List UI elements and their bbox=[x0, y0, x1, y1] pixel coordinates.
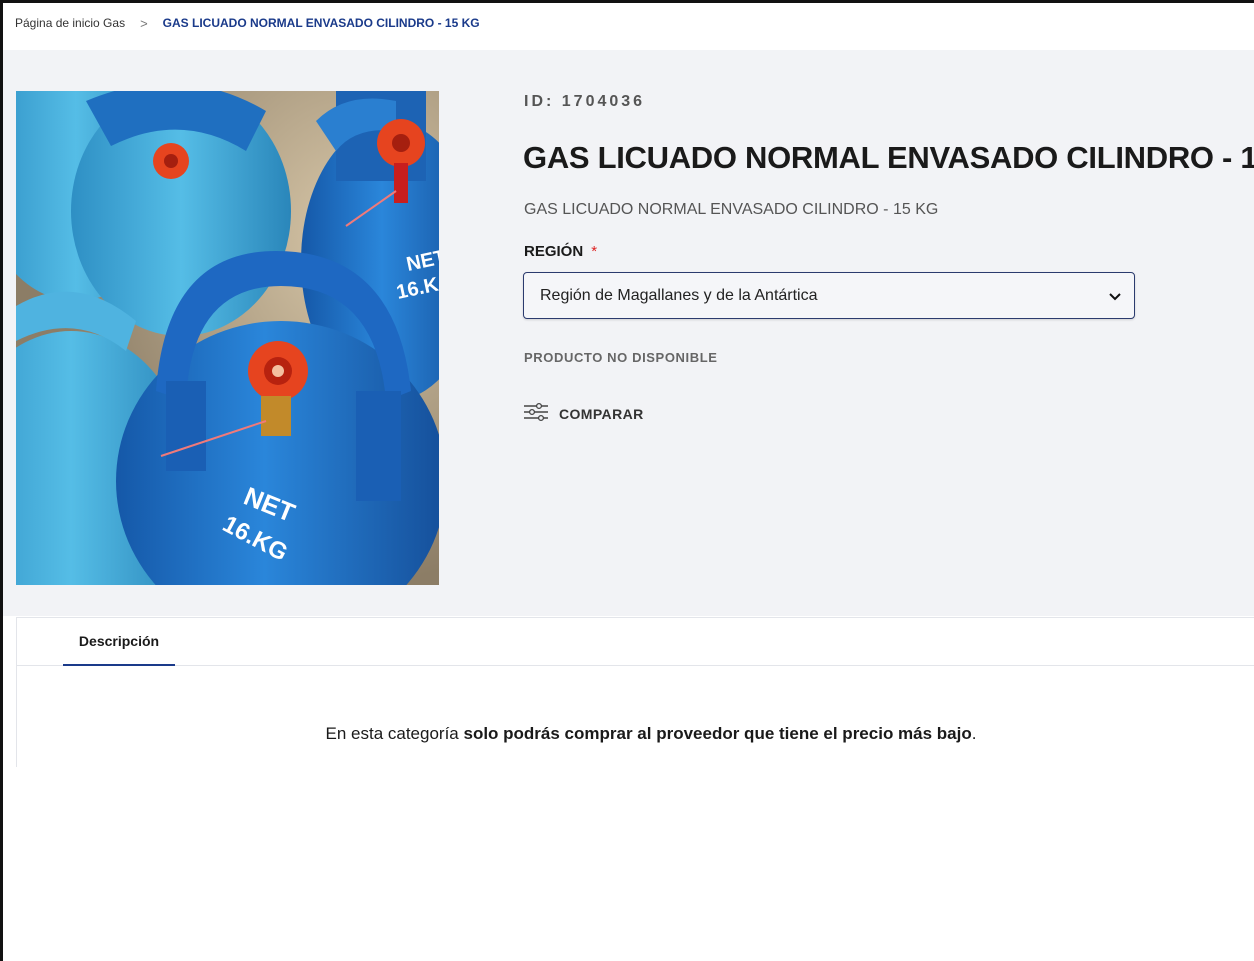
breadcrumb-home-link[interactable]: Página de inicio Gas bbox=[15, 16, 125, 30]
breadcrumb: Página de inicio Gas > GAS LICUADO NORMA… bbox=[15, 14, 480, 32]
region-label: REGIÓN * bbox=[524, 243, 597, 260]
tabs-panel: Descripción En esta categoría solo podrá… bbox=[16, 617, 1254, 767]
product-title: GAS LICUADO NORMAL ENVASADO CILINDRO - 1… bbox=[523, 140, 1254, 175]
description-suffix: . bbox=[971, 724, 977, 743]
tab-bar: Descripción bbox=[17, 618, 1254, 666]
breadcrumb-current: GAS LICUADO NORMAL ENVASADO CILINDRO - 1… bbox=[162, 16, 480, 30]
gas-cylinders-photo: NET 16.K NET 16.KG bbox=[16, 91, 439, 585]
compare-button[interactable]: COMPARAR bbox=[523, 402, 644, 427]
breadcrumb-separator: > bbox=[140, 15, 148, 31]
description-prefix: En esta categoría bbox=[325, 724, 464, 743]
availability-status: PRODUCTO NO DISPONIBLE bbox=[524, 350, 718, 365]
region-select[interactable]: Región de Magallanes y de la Antártica bbox=[523, 272, 1135, 319]
compare-label: COMPARAR bbox=[559, 406, 644, 422]
region-label-text: REGIÓN bbox=[524, 243, 584, 260]
product-subtitle: GAS LICUADO NORMAL ENVASADO CILINDRO - 1… bbox=[524, 201, 939, 218]
required-mark: * bbox=[591, 243, 598, 260]
product-image: NET 16.K NET 16.KG bbox=[16, 91, 439, 585]
tab-descripcion[interactable]: Descripción bbox=[63, 618, 175, 666]
region-select-value: Región de Magallanes y de la Antártica bbox=[540, 286, 818, 304]
product-id: ID: 1704036 bbox=[524, 93, 646, 110]
description-text: En esta categoría solo podrás comprar al… bbox=[17, 724, 1254, 744]
chevron-down-icon bbox=[1108, 289, 1122, 303]
sliders-icon bbox=[523, 402, 549, 427]
description-emphasis: solo podrás comprar al proveedor que tie… bbox=[463, 724, 972, 743]
